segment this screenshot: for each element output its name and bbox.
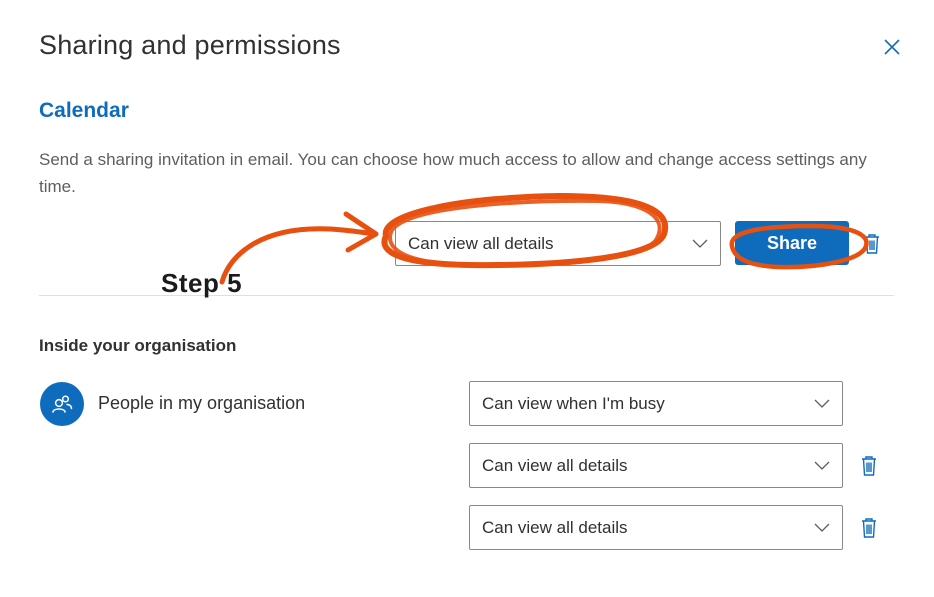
people-icon — [52, 395, 73, 413]
invite-permission-value: Can view all details — [408, 233, 554, 253]
person-name: People in my organisation — [98, 393, 306, 413]
permission-value-2: Can view all details — [482, 455, 628, 475]
trash-icon — [865, 234, 879, 254]
delete-button-3[interactable] — [860, 517, 878, 539]
invite-delete-button[interactable] — [863, 233, 881, 255]
trash-icon — [862, 456, 876, 476]
invite-permission-select[interactable]: Can view all details — [395, 221, 721, 266]
org-permission-value: Can view when I'm busy — [482, 393, 665, 413]
trash-icon — [862, 518, 876, 538]
avatar — [40, 382, 84, 426]
permission-value-3: Can view all details — [482, 517, 628, 537]
share-button[interactable]: Share — [735, 221, 849, 265]
sharing-description: Send a sharing invitation in email. You … — [39, 150, 867, 196]
permission-select-2[interactable]: Can view all details — [469, 443, 843, 488]
calendar-title: Calendar — [39, 99, 129, 122]
close-button[interactable] — [880, 35, 904, 59]
chevron-down-icon — [814, 399, 830, 408]
dialog-title: Sharing and permissions — [39, 30, 341, 60]
chevron-down-icon — [814, 461, 830, 470]
organisation-heading: Inside your organisation — [39, 336, 237, 355]
step-label: Step 5 — [161, 268, 243, 298]
delete-button-2[interactable] — [860, 455, 878, 477]
org-permission-select[interactable]: Can view when I'm busy — [469, 381, 843, 426]
permission-select-3[interactable]: Can view all details — [469, 505, 843, 550]
chevron-down-icon — [692, 239, 708, 248]
chevron-down-icon — [814, 523, 830, 532]
close-icon — [884, 39, 900, 55]
sharing-dialog: Sharing and permissions Calendar Send a … — [0, 0, 934, 597]
step-arrow — [219, 211, 379, 285]
